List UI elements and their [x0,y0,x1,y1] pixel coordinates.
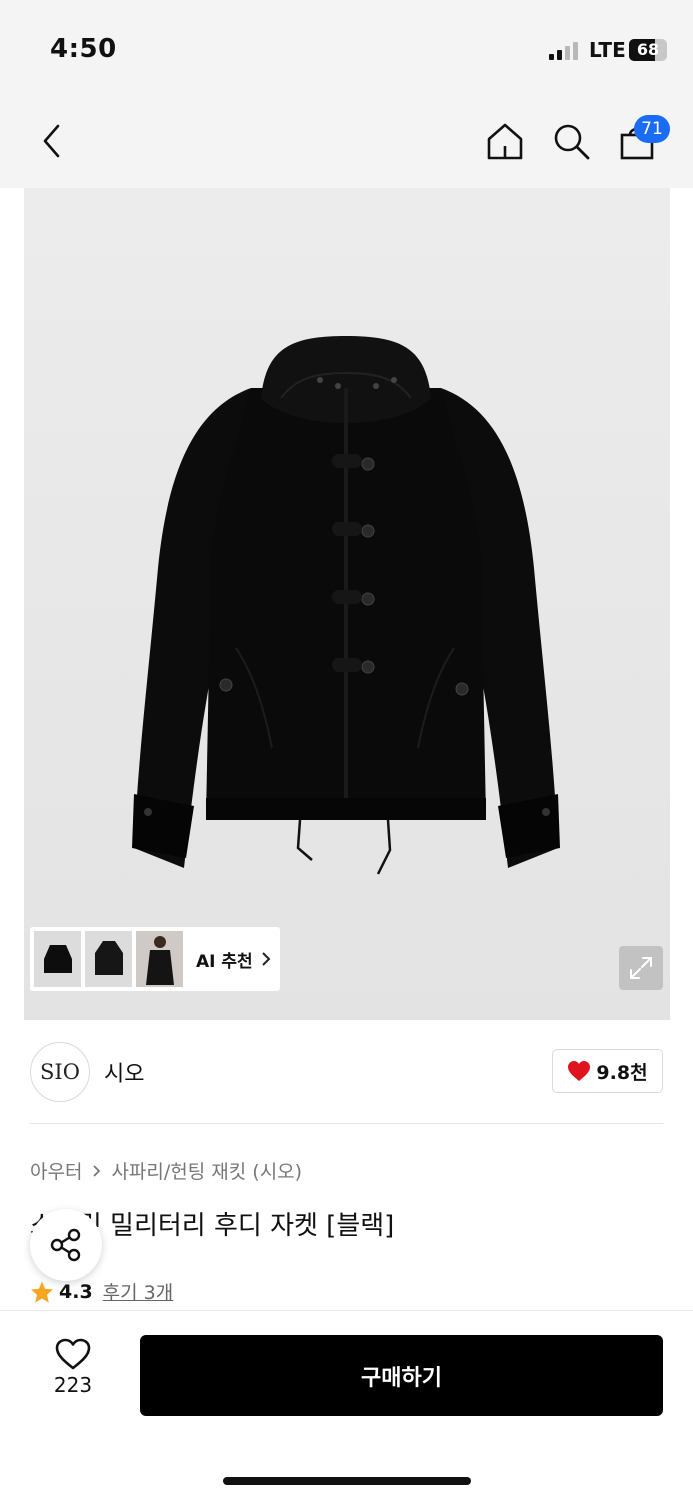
buy-button[interactable]: 구매하기 [140,1335,663,1416]
network-type: LTE [589,38,626,62]
fullscreen-button[interactable] [619,946,663,990]
signal-icon [549,42,581,60]
ai-thumb-2[interactable] [85,931,132,987]
ai-thumb-1[interactable] [34,931,81,987]
jacket-thumbnail-icon [43,945,72,973]
share-icon [50,1228,81,1262]
rating-value: 4.3 [59,1280,93,1303]
chevron-right-icon [261,952,271,966]
model-thumbnail-icon [145,936,174,985]
search-button[interactable] [548,117,594,165]
share-button[interactable] [30,1209,102,1281]
brand-row[interactable]: SIO 시오 9.8천 [30,1040,663,1106]
chevron-left-icon [43,124,60,158]
status-time: 4:50 [50,34,117,64]
star-icon [31,1281,53,1303]
bottom-action-bar: 223 구매하기 [0,1310,693,1500]
expand-icon [630,957,652,979]
home-indicator [223,1477,471,1485]
home-button[interactable] [482,117,528,165]
battery-level: 68 [636,40,660,59]
review-count-link[interactable]: 후기 3개 [103,1278,174,1305]
search-icon [554,124,590,160]
rating-row: 4.3 후기 3개 [30,1278,173,1305]
brand-name[interactable]: 시오 [104,1056,144,1088]
top-nav-bar: 71 [0,95,693,188]
home-icon [487,123,523,160]
divider [30,1123,663,1124]
heart-outline-icon [55,1338,91,1370]
chevron-right-icon [92,1164,101,1178]
brand-like-button[interactable]: 9.8천 [552,1049,663,1093]
jacket-thumbnail-icon [94,941,123,975]
product-image-gallery[interactable]: AI 추천 [24,188,670,1020]
product-image [132,336,560,875]
breadcrumb-item-outer[interactable]: 아우터 [30,1157,82,1184]
brand-like-count: 9.8천 [596,1061,648,1084]
back-button[interactable] [30,117,74,165]
wishlist-count: 223 [53,1373,93,1397]
cart-count-badge: 71 [634,115,670,143]
heart-filled-icon [568,1061,591,1081]
status-bar: 4:50 LTE 68 [0,0,693,95]
breadcrumb-item-category[interactable]: 사파리/헌팅 재킷 (시오) [111,1157,302,1184]
category-breadcrumb: 아우터 사파리/헌팅 재킷 (시오) [30,1157,302,1184]
ai-recommendation-chip[interactable]: AI 추천 [30,927,280,991]
ai-recommendation-label: AI 추천 [196,951,253,972]
wishlist-button[interactable]: 223 [40,1337,106,1407]
battery-icon: 68 [629,39,667,61]
brand-logo[interactable]: SIO [30,1042,90,1102]
ai-thumb-3[interactable] [136,931,183,987]
